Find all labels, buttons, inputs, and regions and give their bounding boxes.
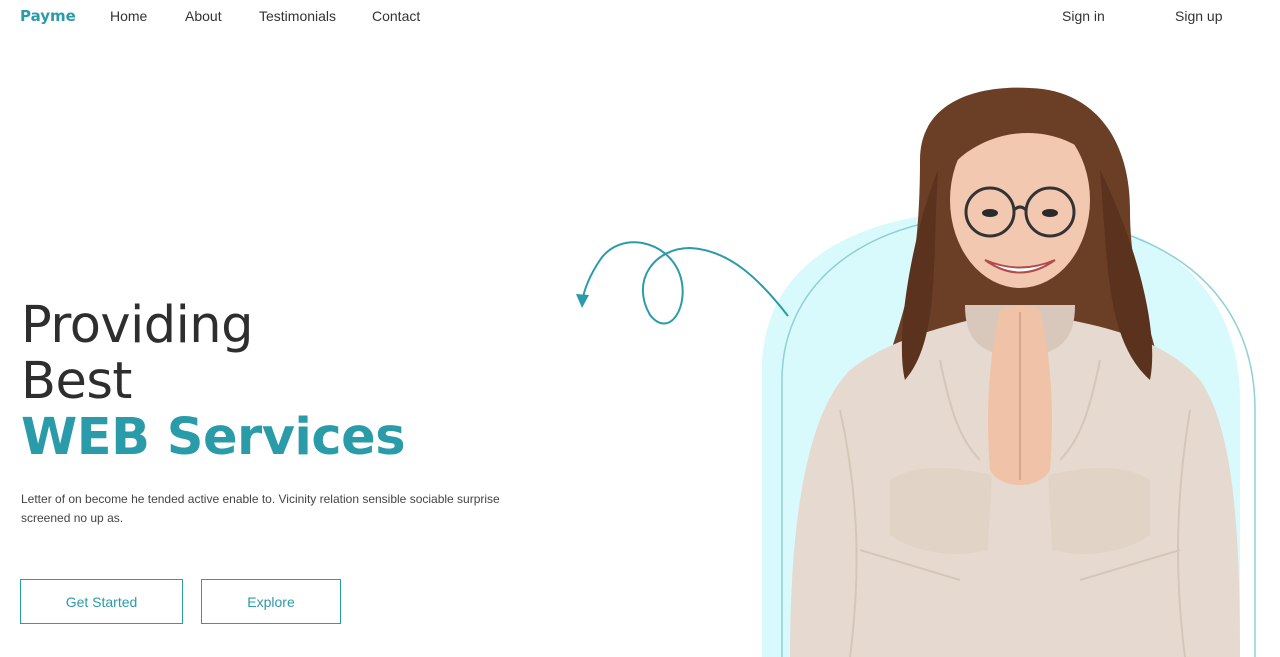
nav-link-about[interactable]: About [185,8,222,24]
hero-photo [576,87,1256,657]
nav-link-contact[interactable]: Contact [372,8,420,24]
logo[interactable]: Payme [20,7,76,25]
explore-button[interactable]: Explore [201,579,341,624]
curly-arrow-icon [576,241,789,325]
nav-link-testimonials[interactable]: Testimonials [259,8,336,24]
hero-accent-title: WEB Services [21,408,406,467]
nav-link-home[interactable]: Home [110,8,147,24]
sign-up-link[interactable]: Sign up [1175,8,1222,24]
hero-illustration [560,80,1280,657]
top-navigation: Payme Home About Testimonials Contact Si… [0,0,1280,34]
hero-line-best: Best [21,352,132,411]
sign-in-link[interactable]: Sign in [1062,8,1105,24]
hero-line-providing: Providing [21,296,254,355]
get-started-button[interactable]: Get Started [20,579,183,624]
hero-heading: Providing Best WEB Services [21,298,541,466]
hero-description: Letter of on become he tended active ena… [21,492,500,525]
